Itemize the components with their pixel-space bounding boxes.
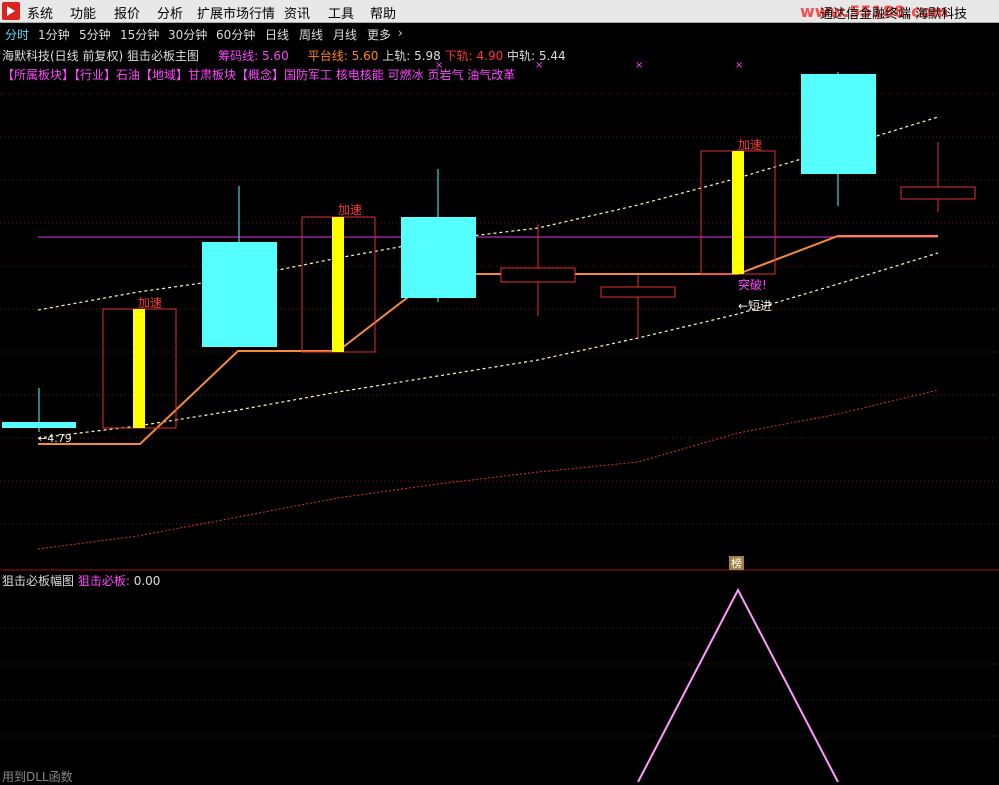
candle-body: [600, 286, 676, 298]
sub-indicator-value: 0.00: [133, 574, 161, 588]
candle-body: [401, 217, 476, 298]
footer-text: 用到DLL函数: [2, 770, 73, 784]
jiasu-bar: [133, 309, 145, 428]
sub-indicator-label: 狙击必板:: [77, 574, 130, 588]
main-info-line: 海默科技(日线 前复权) 狙击必板主图 筹码线: 5.60 平台线: 5.60 …: [2, 47, 566, 64]
candle-body: [900, 186, 976, 200]
candles: [2, 72, 976, 432]
low-price-label: ←4.79: [38, 432, 72, 445]
jiasu-label: 加速: [338, 203, 363, 217]
xiagui-value: 4.90: [476, 49, 504, 63]
sub-indicator-line: [637, 587, 839, 782]
candle-body: [2, 422, 76, 428]
pingtai-value: 5.60: [351, 49, 379, 63]
indicator-name: 狙击必板主图: [127, 49, 200, 63]
platform-line: [38, 235, 938, 445]
duanjin-label: ←短进: [738, 299, 773, 313]
tupo-label: 突破!: [738, 278, 767, 292]
candle-body: [801, 74, 876, 174]
zhonggui-value: 5.44: [538, 49, 566, 63]
sector-line: 【所属板块】【行业】石油【地域】甘肃板块【概念】国防军工 核电核能 可燃冰 页岩…: [2, 68, 516, 82]
sub-info-line: 狙击必板幅图 狙击必板: 0.00: [2, 572, 160, 589]
chouma-label: 筹码线:: [218, 49, 259, 63]
bang-label: 榜: [731, 557, 742, 570]
jiasu-label: 加速: [738, 138, 763, 152]
candle-body: [500, 267, 576, 283]
pingtai-label: 平台线:: [307, 49, 348, 63]
shanggui-value: 5.98: [414, 49, 441, 63]
chouma-value: 5.60: [261, 49, 289, 63]
sub-indicator-title: 狙击必板幅图: [2, 574, 75, 588]
shanggui-label: 上轨:: [382, 49, 411, 63]
sub-grid: [0, 627, 999, 737]
svg-text:×: ×: [635, 60, 643, 71]
zhonggui-label: 中轨:: [507, 49, 536, 63]
candle-body: [202, 242, 277, 347]
jiasu-label: 加速: [138, 296, 163, 310]
stock-name: 海默科技(日线 前复权): [2, 49, 124, 63]
jiasu-bar: [332, 217, 344, 352]
xiagui-label: 下轨:: [444, 49, 473, 63]
lower-band-line: [37, 252, 939, 439]
svg-text:×: ×: [735, 60, 743, 71]
jiasu-bar: [732, 151, 744, 274]
kline-chart: × × × ×: [0, 60, 999, 782]
